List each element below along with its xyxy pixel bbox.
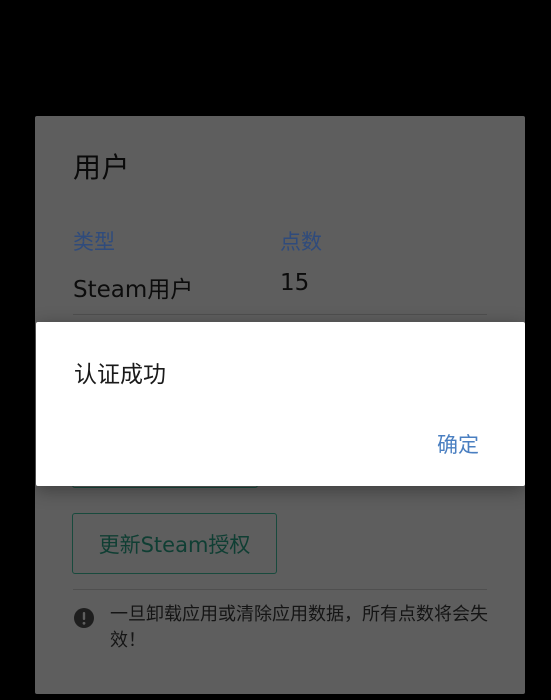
exclamation-circle-icon <box>73 607 95 629</box>
dialog-message: 认证成功 <box>74 362 166 388</box>
update-steam-auth-button[interactable]: 更新Steam授权 <box>72 513 277 574</box>
screen: 用户 类型 点数 Steam用户 15 更新Steam授权 一旦卸载应用或清除应… <box>0 0 551 700</box>
points-value: 15 <box>280 270 310 296</box>
warning-text: 一旦卸载应用或清除应用数据，所有点数将会失效！ <box>110 604 488 651</box>
success-dialog: 认证成功 确定 <box>36 322 525 486</box>
type-value: Steam用户 <box>73 277 194 303</box>
divider-top <box>73 314 487 315</box>
divider-bottom <box>73 589 487 590</box>
points-label: 点数 <box>280 230 322 254</box>
type-label: 类型 <box>73 230 115 254</box>
warning-row: 一旦卸载应用或清除应用数据，所有点数将会失效！ <box>73 602 493 654</box>
card-title: 用户 <box>73 151 131 184</box>
confirm-button[interactable]: 确定 <box>437 429 479 459</box>
